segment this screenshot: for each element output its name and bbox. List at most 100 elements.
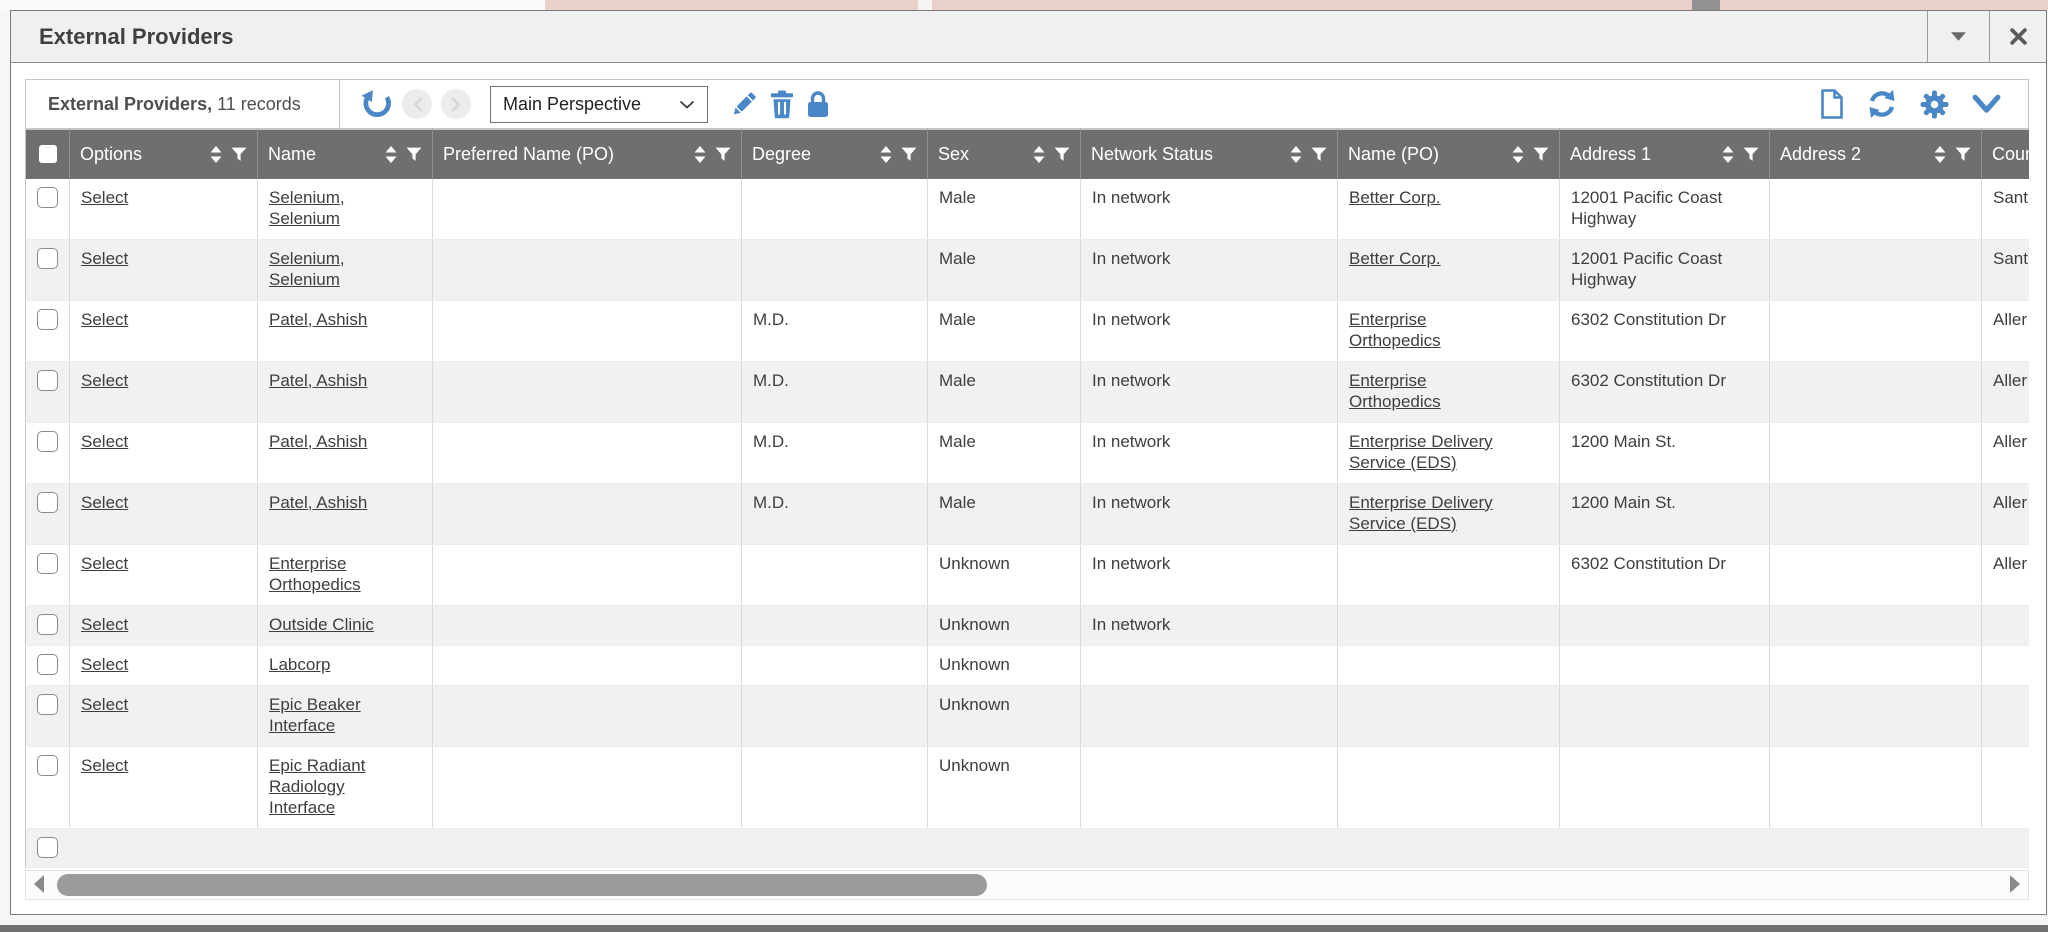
row-checkbox[interactable] [37, 694, 58, 715]
table-row: Select Labcorp Unknown [26, 645, 2030, 685]
select-link[interactable]: Select [81, 432, 128, 451]
dialog-restore-button[interactable] [1927, 11, 1989, 62]
undo-button[interactable] [360, 88, 393, 121]
previous-button[interactable] [402, 89, 432, 119]
sex-cell: Unknown [939, 655, 1010, 674]
row-checkbox[interactable] [37, 492, 58, 513]
scroll-left-button[interactable] [32, 875, 46, 895]
collapse-toolbar-button[interactable] [1971, 93, 2002, 116]
row-checkbox[interactable] [37, 187, 58, 208]
degree-cell: M.D. [753, 493, 789, 512]
name-po-link[interactable]: Enterprise Delivery Service (EDS) [1349, 432, 1493, 472]
horizontal-scrollbar[interactable] [25, 870, 2029, 900]
sex-cell: Male [939, 249, 976, 268]
filter-funnel-icon[interactable] [901, 147, 917, 162]
sort-icon[interactable] [210, 146, 222, 163]
header-row: Options [26, 130, 2030, 179]
provider-name-link[interactable]: Patel, Ashish [269, 432, 367, 451]
provider-name-link[interactable]: Patel, Ashish [269, 371, 367, 390]
filter-funnel-icon[interactable] [406, 147, 422, 162]
network-status-cell: In network [1092, 371, 1170, 390]
column-header-label: Degree [752, 144, 811, 165]
sort-icon[interactable] [880, 146, 892, 163]
select-all-header [26, 130, 70, 179]
filter-funnel-icon[interactable] [1955, 147, 1971, 162]
provider-name-link[interactable]: Epic Radiant Radiology Interface [269, 756, 365, 817]
network-status-cell: In network [1092, 249, 1170, 268]
new-row-checkbox[interactable] [37, 837, 58, 858]
dialog-close-button[interactable] [1989, 11, 2046, 62]
select-link[interactable]: Select [81, 756, 128, 775]
select-link[interactable]: Select [81, 695, 128, 714]
row-checkbox[interactable] [37, 553, 58, 574]
select-link[interactable]: Select [81, 493, 128, 512]
name-po-link[interactable]: Better Corp. [1349, 249, 1441, 268]
row-checkbox[interactable] [37, 431, 58, 452]
provider-name-link[interactable]: Enterprise Orthopedics [269, 554, 361, 594]
row-checkbox[interactable] [37, 370, 58, 391]
provider-name-link[interactable]: Patel, Ashish [269, 493, 367, 512]
select-link[interactable]: Select [81, 371, 128, 390]
perspective-dropdown[interactable]: Main Perspective [490, 86, 708, 123]
provider-name-link[interactable]: Labcorp [269, 655, 330, 674]
column-header: Network Status [1081, 130, 1338, 179]
row-checkbox[interactable] [37, 614, 58, 635]
table-row: Select Epic Radiant Radiology Interface … [26, 746, 2030, 828]
new-record-button[interactable] [1819, 88, 1845, 120]
provider-name-link[interactable]: Epic Beaker Interface [269, 695, 361, 735]
filter-funnel-icon[interactable] [1533, 147, 1549, 162]
perspective-selected-value: Main Perspective [503, 94, 641, 115]
row-checkbox[interactable] [37, 309, 58, 330]
name-po-link[interactable]: Enterprise Orthopedics [1349, 371, 1441, 411]
sort-icon[interactable] [1512, 146, 1524, 163]
sort-icon[interactable] [1722, 146, 1734, 163]
column-header-label: Coun [1992, 144, 2029, 165]
screen: External Providers External Providers, 1… [0, 0, 2048, 932]
lock-perspective-button[interactable] [805, 89, 831, 119]
filter-funnel-icon[interactable] [1311, 147, 1327, 162]
filter-funnel-icon[interactable] [1054, 147, 1070, 162]
select-link[interactable]: Select [81, 655, 128, 674]
background-scrollbar-fragment [1692, 0, 1720, 10]
sort-icon[interactable] [1934, 146, 1946, 163]
select-link[interactable]: Select [81, 310, 128, 329]
sort-icon[interactable] [1290, 146, 1302, 163]
edit-perspective-button[interactable] [729, 89, 759, 119]
providers-table: Options [25, 129, 2029, 868]
delete-perspective-button[interactable] [768, 89, 796, 119]
row-checkbox[interactable] [37, 248, 58, 269]
filter-funnel-icon[interactable] [1743, 147, 1759, 162]
sort-icon[interactable] [694, 146, 706, 163]
name-po-link[interactable]: Better Corp. [1349, 188, 1441, 207]
select-link[interactable]: Select [81, 615, 128, 634]
row-checkbox[interactable] [37, 654, 58, 675]
select-link[interactable]: Select [81, 188, 128, 207]
name-po-link[interactable]: Enterprise Orthopedics [1349, 310, 1441, 350]
scrollbar-thumb[interactable] [57, 874, 987, 896]
settings-button[interactable] [1919, 89, 1950, 120]
select-all-checkbox[interactable] [39, 145, 57, 163]
filter-funnel-icon[interactable] [715, 147, 731, 162]
column-header: Name [258, 130, 433, 179]
degree-cell: M.D. [753, 371, 789, 390]
chevron-down-icon [679, 100, 695, 109]
refresh-button[interactable] [1866, 88, 1898, 120]
provider-name-link[interactable]: Selenium, Selenium [269, 249, 345, 289]
sort-icon[interactable] [1033, 146, 1045, 163]
scroll-right-button[interactable] [2008, 875, 2022, 895]
table-row: Select Enterprise Orthopedics Unknown In… [26, 544, 2030, 605]
degree-cell: M.D. [753, 310, 789, 329]
sort-icon[interactable] [385, 146, 397, 163]
provider-name-link[interactable]: Selenium, Selenium [269, 188, 345, 228]
sex-cell: Unknown [939, 554, 1010, 573]
row-checkbox[interactable] [37, 755, 58, 776]
filter-funnel-icon[interactable] [231, 147, 247, 162]
select-link[interactable]: Select [81, 554, 128, 573]
select-link[interactable]: Select [81, 249, 128, 268]
column-header-label: Address 2 [1780, 144, 1861, 165]
name-po-link[interactable]: Enterprise Delivery Service (EDS) [1349, 493, 1493, 533]
provider-name-link[interactable]: Outside Clinic [269, 615, 374, 634]
record-count-summary: External Providers, 11 records [26, 80, 340, 128]
next-button[interactable] [441, 89, 471, 119]
provider-name-link[interactable]: Patel, Ashish [269, 310, 367, 329]
